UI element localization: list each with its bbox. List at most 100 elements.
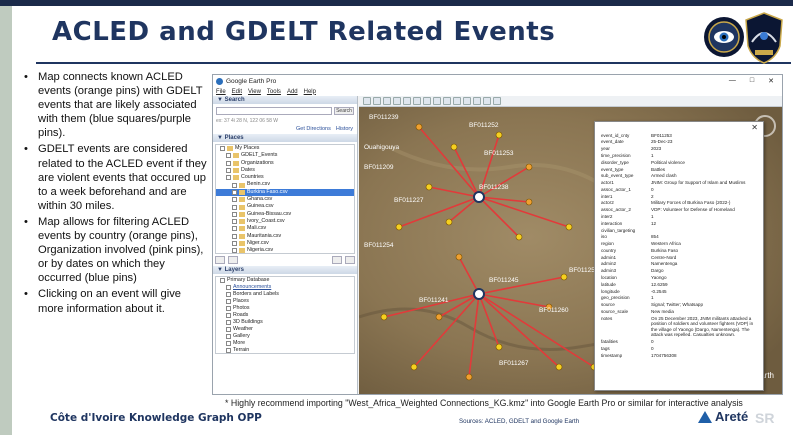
event-pin[interactable] <box>465 373 473 381</box>
checkbox[interactable] <box>232 182 237 188</box>
checkbox[interactable] <box>226 168 231 174</box>
event-pin[interactable] <box>425 183 433 191</box>
close-icon[interactable]: ✕ <box>751 123 758 132</box>
move-down-button[interactable] <box>345 256 355 264</box>
planets-button[interactable] <box>443 97 451 105</box>
get-directions-link[interactable]: Get Directions <box>296 126 331 132</box>
move-up-button[interactable] <box>332 256 342 264</box>
checkbox[interactable] <box>226 341 231 346</box>
layers-tree-item[interactable]: 3D Buildings <box>216 319 354 326</box>
checkbox[interactable] <box>232 226 237 232</box>
menu-edit[interactable]: Edit <box>232 89 242 95</box>
save-image-button[interactable] <box>483 97 491 105</box>
checkbox[interactable] <box>232 211 237 217</box>
places-tree-item[interactable]: Guinea-Bissau.csv <box>216 211 354 218</box>
checkbox[interactable] <box>226 313 231 318</box>
checkbox[interactable] <box>220 278 225 283</box>
checkbox[interactable] <box>226 334 231 339</box>
selected-event-hub[interactable] <box>473 288 485 300</box>
checkbox[interactable] <box>232 248 237 253</box>
historical-imagery-button[interactable] <box>423 97 431 105</box>
event-pin[interactable] <box>395 223 403 231</box>
places-tree-item[interactable]: Nigeria.csv <box>216 247 354 253</box>
layers-tree-item[interactable]: Weather <box>216 326 354 333</box>
checkbox[interactable] <box>226 348 231 353</box>
places-tree-item[interactable]: Ghana.csv <box>216 196 354 203</box>
places-tree-item[interactable]: Mauritania.csv <box>216 233 354 240</box>
event-pin[interactable] <box>495 131 503 139</box>
layers-tree-item[interactable]: Terrain <box>216 347 354 353</box>
layers-tree-item[interactable]: Primary Database <box>216 277 354 284</box>
event-pin[interactable] <box>560 273 568 281</box>
polygon-button[interactable] <box>383 97 391 105</box>
layers-tree-item[interactable]: More <box>216 340 354 347</box>
checkbox[interactable] <box>226 320 231 325</box>
places-tree-item[interactable]: Benin.csv <box>216 181 354 188</box>
event-pin[interactable] <box>495 343 503 351</box>
menu-tools[interactable]: Tools <box>267 89 281 95</box>
menu-add[interactable]: Add <box>287 89 298 95</box>
placemark-button[interactable] <box>373 97 381 105</box>
event-pin[interactable] <box>410 363 418 371</box>
event-pin[interactable] <box>565 223 573 231</box>
places-tree-item[interactable]: Countries <box>216 174 354 181</box>
toggle-places-button[interactable] <box>228 256 238 264</box>
path-button[interactable] <box>393 97 401 105</box>
image-overlay-button[interactable] <box>403 97 411 105</box>
checkbox[interactable] <box>232 219 237 225</box>
ruler-button[interactable] <box>453 97 461 105</box>
email-button[interactable] <box>463 97 471 105</box>
event-pin[interactable] <box>515 233 523 241</box>
checkbox[interactable] <box>232 197 237 203</box>
checkbox[interactable] <box>226 327 231 332</box>
maximize-button[interactable]: □ <box>750 77 754 85</box>
event-pin[interactable] <box>450 143 458 151</box>
minimize-button[interactable]: — <box>729 77 736 85</box>
record-tour-button[interactable] <box>413 97 421 105</box>
places-tree-item[interactable]: Organizations <box>216 160 354 167</box>
places-tree-item[interactable]: Mali.csv <box>216 225 354 232</box>
history-link[interactable]: History <box>336 126 353 132</box>
event-pin[interactable] <box>525 163 533 171</box>
places-tree-item[interactable]: Niger.csv <box>216 240 354 247</box>
places-tree-item[interactable]: My Places <box>216 145 354 152</box>
event-pin[interactable] <box>380 313 388 321</box>
layers-panel-header[interactable]: ▼ Layers <box>213 266 357 274</box>
event-pin[interactable] <box>435 313 443 321</box>
checkbox[interactable] <box>226 160 231 166</box>
checkbox[interactable] <box>226 285 231 290</box>
checkbox[interactable] <box>232 233 237 239</box>
search-places-button[interactable] <box>215 256 225 264</box>
event-pin[interactable] <box>455 253 463 261</box>
search-panel-header[interactable]: ▼ Search <box>213 96 357 104</box>
places-tree-item[interactable]: Dates <box>216 167 354 174</box>
event-pin[interactable] <box>555 363 563 371</box>
layers-tree-item[interactable]: Places <box>216 298 354 305</box>
search-button[interactable]: Search <box>334 107 354 115</box>
close-button[interactable]: ✕ <box>768 77 774 85</box>
layers-tree-item[interactable]: Announcements <box>216 284 354 291</box>
layers-tree-item[interactable]: Photos <box>216 305 354 312</box>
event-pin[interactable] <box>415 123 423 131</box>
checkbox[interactable] <box>226 153 231 159</box>
checkbox[interactable] <box>226 175 231 181</box>
checkbox[interactable] <box>226 306 231 311</box>
selected-event-hub[interactable] <box>473 191 485 203</box>
maps-button[interactable] <box>493 97 501 105</box>
checkbox[interactable] <box>232 189 237 195</box>
checkbox[interactable] <box>226 299 231 304</box>
places-tree-item[interactable]: Guinea.csv <box>216 203 354 210</box>
layers-tree-item[interactable]: Borders and Labels <box>216 291 354 298</box>
search-input[interactable] <box>216 107 332 115</box>
places-tree-item[interactable]: GDELT_Events <box>216 152 354 159</box>
places-panel-header[interactable]: ▼ Places <box>213 134 357 142</box>
places-tree-item[interactable]: Burkina Faso.csv <box>216 188 354 197</box>
checkbox[interactable] <box>232 204 237 210</box>
print-button[interactable] <box>473 97 481 105</box>
menu-help[interactable]: Help <box>304 89 316 95</box>
places-tree-item[interactable]: Ivory_Coast.csv <box>216 218 354 225</box>
sunlight-button[interactable] <box>433 97 441 105</box>
event-pin[interactable] <box>525 198 533 206</box>
checkbox[interactable] <box>232 241 237 246</box>
checkbox[interactable] <box>220 146 225 152</box>
